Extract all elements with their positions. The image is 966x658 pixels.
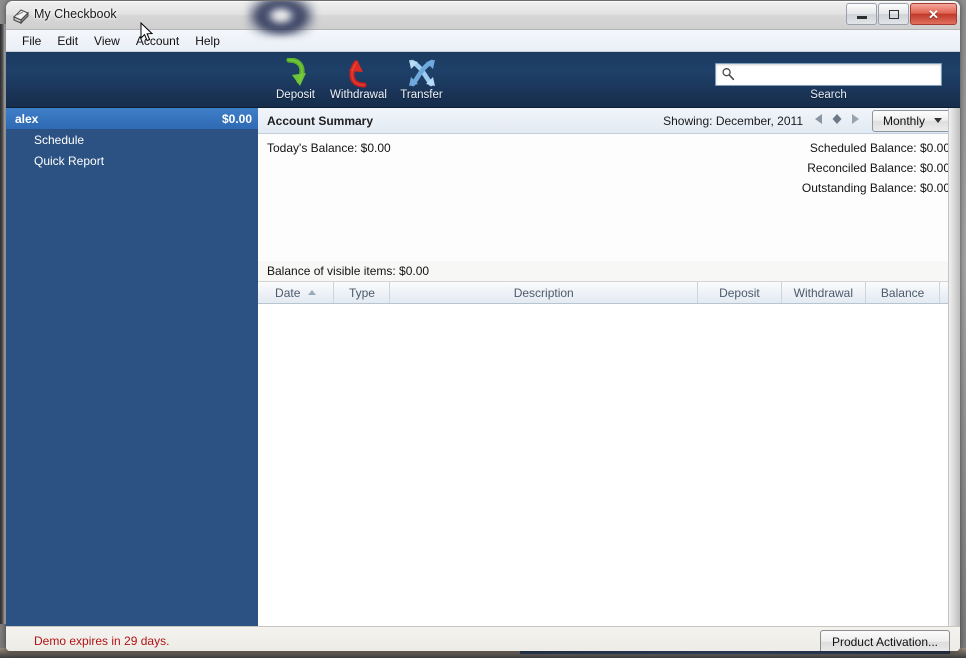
sidebar-item-schedule[interactable]: Schedule bbox=[6, 129, 258, 150]
minimize-icon bbox=[856, 15, 867, 19]
product-activation-button[interactable]: Product Activation... bbox=[819, 630, 950, 651]
right-balances: Scheduled Balance: $0.00 Reconciled Bala… bbox=[802, 141, 950, 201]
menu-item-help[interactable]: Help bbox=[187, 32, 228, 50]
account-summary-header: Account Summary Showing: December, 2011 … bbox=[258, 108, 960, 134]
deposit-arrow-icon bbox=[264, 57, 327, 88]
showing-period-label: Showing: December, 2011 bbox=[663, 113, 803, 128]
restore-button[interactable] bbox=[878, 3, 909, 25]
transfer-label: Transfer bbox=[400, 89, 443, 101]
sidebar-item-amount: $0.00 bbox=[221, 111, 252, 126]
today-diamond-icon[interactable] bbox=[831, 113, 843, 128]
balances-section: Today's Balance: $0.00 Scheduled Balance… bbox=[258, 134, 960, 261]
sidebar-item-alex[interactable]: alex $0.00 bbox=[6, 108, 258, 129]
column-label: Description bbox=[513, 285, 574, 300]
sidebar-item-quick-report[interactable]: Quick Report bbox=[6, 150, 258, 171]
column-header-type[interactable]: Type bbox=[334, 282, 391, 303]
transactions-table-header: Date Type Description Deposit Withdrawal… bbox=[258, 282, 960, 304]
menu-item-view[interactable]: View bbox=[86, 32, 128, 50]
transfer-arrows-icon bbox=[390, 57, 453, 88]
product-activation-label: Product Activation... bbox=[831, 635, 938, 649]
search-area: Search bbox=[715, 63, 942, 101]
transactions-table-body[interactable] bbox=[258, 304, 960, 606]
main-toolbar: Deposit Withdrawal Transfer Search bbox=[6, 52, 960, 108]
prev-period-arrow-icon[interactable] bbox=[813, 113, 825, 128]
window-title: My Checkbook bbox=[34, 7, 117, 21]
outstanding-balance: Outstanding Balance: $0.00 bbox=[801, 181, 950, 195]
deposit-label: Deposit bbox=[276, 89, 315, 101]
toolbar-button-group: Deposit Withdrawal Transfer bbox=[264, 54, 453, 101]
search-label: Search bbox=[810, 89, 847, 101]
column-label: Date bbox=[275, 285, 301, 300]
account-pane: Account Summary Showing: December, 2011 … bbox=[258, 108, 960, 626]
scheduled-balance: Scheduled Balance: $0.00 bbox=[809, 141, 950, 155]
column-header-withdrawal[interactable]: Withdrawal bbox=[782, 282, 866, 303]
column-header-description[interactable]: Description bbox=[390, 282, 698, 303]
column-label: Withdrawal bbox=[793, 285, 854, 300]
close-icon: ✕ bbox=[928, 6, 939, 22]
column-header-balance[interactable]: Balance bbox=[866, 282, 941, 303]
sidebar: alex $0.00 Schedule Quick Report bbox=[6, 108, 259, 626]
window-titlebar[interactable]: My Checkbook ✕ bbox=[6, 1, 960, 37]
period-controls: Showing: December, 2011 Monthly bbox=[663, 108, 953, 133]
window-controls: ✕ bbox=[845, 3, 957, 25]
sort-ascending-icon bbox=[308, 290, 317, 295]
demo-expiry-text: Demo expires in 29 days. bbox=[34, 634, 170, 648]
sidebar-item-label: alex bbox=[15, 111, 39, 126]
todays-balance: Today's Balance: $0.00 bbox=[267, 141, 391, 155]
menu-item-edit[interactable]: Edit bbox=[49, 32, 86, 50]
menu-item-account[interactable]: Account bbox=[128, 32, 187, 50]
vertical-scrollbar[interactable] bbox=[948, 108, 960, 626]
transfer-button[interactable]: Transfer bbox=[390, 54, 453, 101]
status-bar: Demo expires in 29 days. Product Activat… bbox=[6, 626, 960, 651]
chevron-down-icon bbox=[934, 118, 943, 123]
search-input[interactable] bbox=[738, 64, 940, 87]
sidebar-item-label: Quick Report bbox=[34, 153, 105, 168]
window-body: alex $0.00 Schedule Quick Report Account… bbox=[6, 108, 960, 626]
period-selector-value: Monthly bbox=[882, 113, 926, 128]
search-icon bbox=[721, 67, 735, 84]
withdrawal-button[interactable]: Withdrawal bbox=[327, 54, 390, 101]
close-button[interactable]: ✕ bbox=[910, 3, 957, 25]
column-header-deposit[interactable]: Deposit bbox=[698, 282, 782, 303]
visible-items-balance-bar: Balance of visible items: $0.00 bbox=[258, 261, 960, 282]
page-title: Account Summary bbox=[267, 113, 374, 128]
main-window: My Checkbook ✕ File Edit View Account He… bbox=[6, 1, 960, 651]
visible-items-balance: Balance of visible items: $0.00 bbox=[267, 264, 430, 278]
sidebar-item-label: Schedule bbox=[34, 132, 85, 147]
checkbook-icon bbox=[12, 7, 30, 25]
column-label: Balance bbox=[880, 285, 925, 300]
column-label: Deposit bbox=[719, 285, 760, 300]
deposit-button[interactable]: Deposit bbox=[264, 54, 327, 101]
withdrawal-arrow-icon bbox=[327, 57, 390, 88]
restore-icon bbox=[888, 9, 899, 19]
menu-bar: File Edit View Account Help bbox=[6, 30, 960, 52]
search-box[interactable] bbox=[715, 63, 942, 87]
reconciled-balance: Reconciled Balance: $0.00 bbox=[807, 161, 950, 175]
period-selector[interactable]: Monthly bbox=[872, 109, 953, 132]
minimize-button[interactable] bbox=[846, 3, 877, 25]
column-label: Type bbox=[348, 285, 375, 300]
next-period-arrow-icon[interactable] bbox=[849, 113, 861, 128]
column-header-date[interactable]: Date bbox=[258, 282, 335, 303]
withdrawal-label: Withdrawal bbox=[330, 89, 387, 101]
menu-item-file[interactable]: File bbox=[14, 32, 49, 50]
